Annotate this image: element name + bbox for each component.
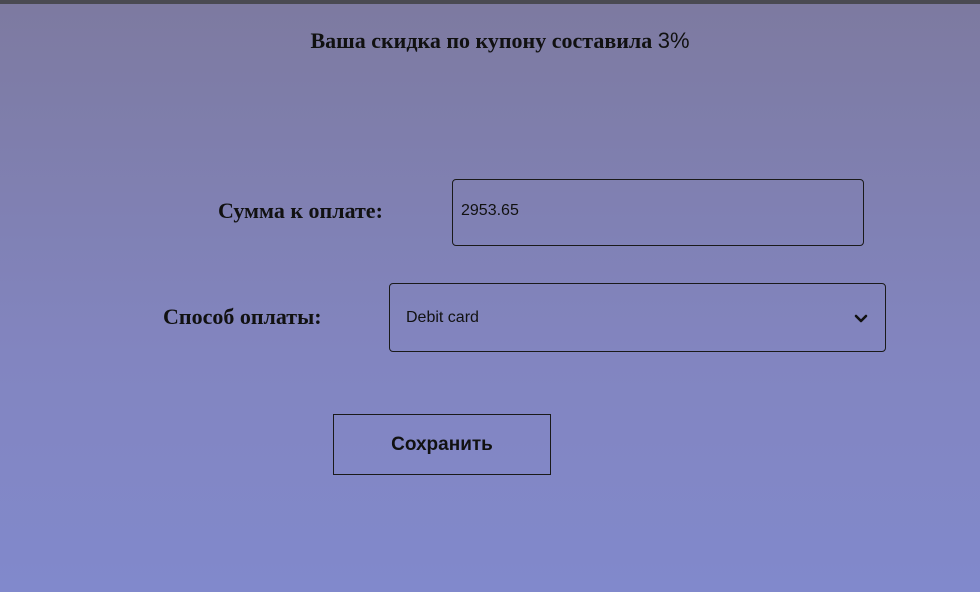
amount-value: 2953.65	[461, 201, 519, 219]
top-strip	[0, 0, 980, 4]
payment-method-select[interactable]: Debit card	[389, 283, 886, 352]
save-button[interactable]: Сохранить	[333, 414, 551, 475]
discount-percent: 3%	[657, 28, 690, 53]
payment-method-label: Способ оплаты:	[163, 304, 322, 329]
amount-input[interactable]: 2953.65	[452, 179, 864, 246]
discount-message: Ваша скидка по купону составила 3%	[0, 28, 980, 54]
amount-label: Сумма к оплате:	[218, 198, 383, 223]
chevron-down-icon	[854, 314, 868, 322]
discount-text: Ваша скидка по купону составила	[310, 28, 658, 53]
payment-method-value: Debit card	[406, 308, 479, 326]
